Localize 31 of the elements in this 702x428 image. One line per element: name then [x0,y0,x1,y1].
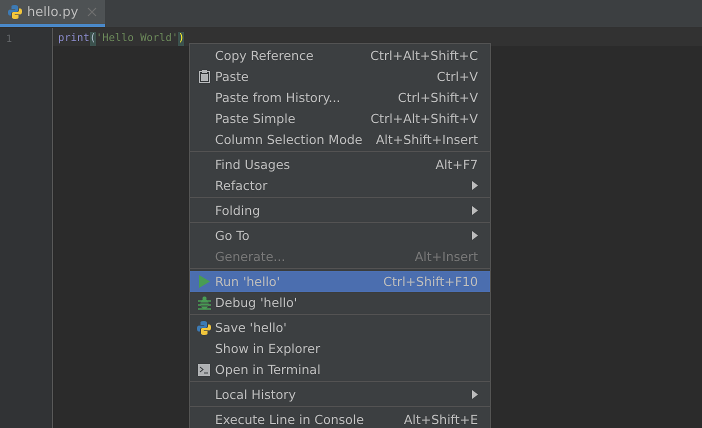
menu-item[interactable]: Go To [190,225,490,246]
submenu-arrow-icon [472,231,478,240]
terminal-icon [198,364,210,376]
bug-icon [198,296,210,310]
menu-item[interactable]: Paste Simple Ctrl+Alt+Shift+V [190,108,490,129]
menu-item[interactable]: Debug 'hello' [190,292,490,313]
submenu-arrow-icon [472,206,478,215]
menu-item[interactable]: Column Selection Mode Alt+Shift+Insert [190,129,490,150]
menu-item[interactable]: Execute Line in Console Alt+Shift+E [190,409,490,428]
menu-item[interactable]: Find Usages Alt+F7 [190,154,490,175]
submenu-arrow-icon [472,390,478,399]
menu-item[interactable]: Local History [190,384,490,405]
play-icon [198,275,210,288]
code-bracket: ( [90,32,96,46]
menu-item[interactable]: Folding [190,200,490,221]
close-icon[interactable] [87,7,98,17]
menu-item[interactable]: Paste Ctrl+V [190,66,490,87]
file-tab[interactable]: hello.py [0,0,106,27]
clipboard-icon [198,70,210,83]
menu-item[interactable]: Show in Explorer [190,338,490,359]
code-string: 'Hello World' [96,32,178,46]
menu-item[interactable]: Copy Reference Ctrl+Alt+Shift+C [190,45,490,66]
code-bracket: ) [178,32,184,46]
menu-item[interactable]: Refactor [190,175,490,196]
menu-item[interactable]: Paste from History... Ctrl+Shift+V [190,87,490,108]
code-keyword: print [58,32,90,46]
python-logo-icon [8,5,22,19]
submenu-arrow-icon [472,181,478,190]
menu-item[interactable]: Save 'hello' [190,317,490,338]
python-logo-icon [197,320,211,334]
menu-item[interactable]: Open in Terminal [190,359,490,380]
